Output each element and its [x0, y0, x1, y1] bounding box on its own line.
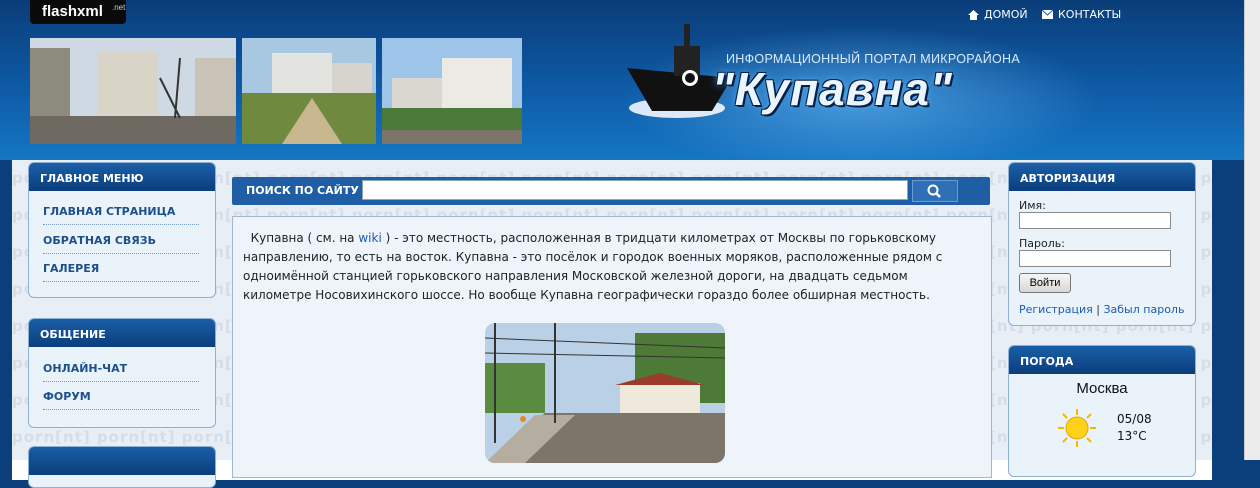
- weather-city: Москва: [1076, 380, 1128, 397]
- nav-contacts-label: КОНТАКТЫ: [1058, 8, 1122, 21]
- login-button[interactable]: Войти: [1019, 273, 1071, 293]
- name-input[interactable]: [1019, 212, 1171, 229]
- communication-menu-box: ОБЩЕНИЕ ОНЛАЙН-ЧАТ ФОРУМ: [28, 318, 216, 428]
- site-name-logo: "Купавна": [712, 63, 953, 115]
- nav-home-label: ДОМОЙ: [984, 8, 1028, 21]
- forgot-password-link[interactable]: Забыл пароль: [1103, 303, 1184, 316]
- auth-links: Регистрация | Забыл пароль: [1019, 303, 1184, 316]
- password-input[interactable]: [1019, 250, 1171, 267]
- envelope-icon: [1042, 10, 1053, 19]
- register-link[interactable]: Регистрация: [1019, 303, 1093, 316]
- auth-title: АВТОРИЗАЦИЯ: [1009, 163, 1195, 191]
- wiki-link[interactable]: wiki: [358, 231, 381, 245]
- article-box: Купавна ( см. на wiki ) - это местность,…: [232, 216, 992, 478]
- search-icon: [927, 184, 941, 198]
- flashxml-logo[interactable]: flashxml .net: [30, 0, 126, 24]
- weather-date: 05/08: [1117, 412, 1152, 426]
- nav-home-link[interactable]: ДОМОЙ: [968, 8, 1028, 21]
- main-menu-box: ГЛАВНОЕ МЕНЮ ГЛАВНАЯ СТРАНИЦА ОБРАТНАЯ С…: [28, 162, 216, 298]
- communication-menu-title: ОБЩЕНИЕ: [29, 319, 215, 347]
- site-header: flashxml .net ДОМОЙ КОНТАКТЫ ИНФОРМАЦИОН…: [0, 0, 1260, 160]
- links-separator: |: [1096, 303, 1100, 316]
- left-box-3-head: [29, 447, 215, 475]
- header-photo-3: [382, 38, 522, 144]
- home-icon: [968, 9, 979, 20]
- main-menu-title: ГЛАВНОЕ МЕНЮ: [29, 163, 215, 191]
- sun-icon: [1058, 409, 1096, 447]
- menu-item-feedback[interactable]: ОБРАТНАЯ СВЯЗЬ: [43, 234, 199, 254]
- search-bar: ПОИСК ПО САЙТУ: [232, 177, 990, 205]
- weather-title: ПОГОДА: [1009, 346, 1195, 374]
- auth-box: АВТОРИЗАЦИЯ Имя: Пароль: Войти Регистрац…: [1008, 162, 1196, 326]
- password-label: Пароль:: [1019, 237, 1065, 250]
- left-box-3: [28, 446, 216, 488]
- search-button[interactable]: [912, 180, 958, 202]
- search-label: ПОИСК ПО САЙТУ: [246, 184, 359, 197]
- nav-contacts-link[interactable]: КОНТАКТЫ: [1042, 8, 1121, 21]
- menu-item-gallery[interactable]: ГАЛЕРЕЯ: [43, 262, 199, 282]
- article-text-part-1: Купавна ( см. на: [250, 231, 359, 245]
- weather-temperature: 13°C: [1117, 429, 1147, 443]
- header-photo-2: [242, 38, 376, 144]
- header-photo-1: [30, 38, 236, 144]
- page-scrollbar[interactable]: [1244, 0, 1260, 460]
- menu-item-home[interactable]: ГЛАВНАЯ СТРАНИЦА: [43, 205, 199, 225]
- logo-tld: .net: [112, 3, 126, 12]
- logo-brand: flashxml: [42, 3, 103, 20]
- menu-item-online-chat[interactable]: ОНЛАЙН-ЧАТ: [43, 362, 199, 382]
- search-input[interactable]: [362, 180, 908, 200]
- name-label: Имя:: [1019, 199, 1046, 212]
- weather-box: ПОГОДА Москва 05/08 13°C: [1008, 345, 1196, 477]
- article-photo-station: [485, 323, 725, 463]
- menu-item-forum[interactable]: ФОРУМ: [43, 390, 199, 410]
- article-text: Купавна ( см. на wiki ) - это местность,…: [243, 229, 979, 305]
